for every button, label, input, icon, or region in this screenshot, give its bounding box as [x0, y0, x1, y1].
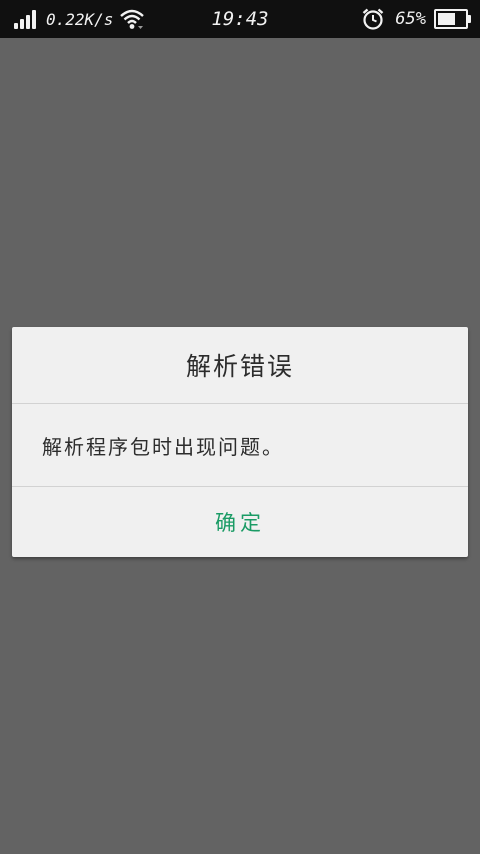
dialog-title: 解析错误 [12, 327, 468, 404]
net-speed: 0.22K/s [46, 9, 114, 29]
dialog-message: 解析程序包时出现问题。 [12, 404, 468, 487]
status-bar-left: 0.22K/s [14, 0, 145, 38]
battery-fill [438, 13, 455, 25]
confirm-button[interactable]: 确定 [12, 487, 468, 557]
status-bar: 0.22K/s 19:43 65% [0, 0, 480, 38]
alarm-icon [362, 8, 384, 30]
parse-error-dialog: 解析错误 解析程序包时出现问题。 确定 [12, 327, 468, 557]
wifi-icon [120, 9, 145, 29]
signal-icon [14, 9, 38, 29]
status-bar-right: 65% [361, 0, 471, 38]
battery-percent: 65% [395, 9, 426, 29]
battery-icon [434, 9, 471, 29]
